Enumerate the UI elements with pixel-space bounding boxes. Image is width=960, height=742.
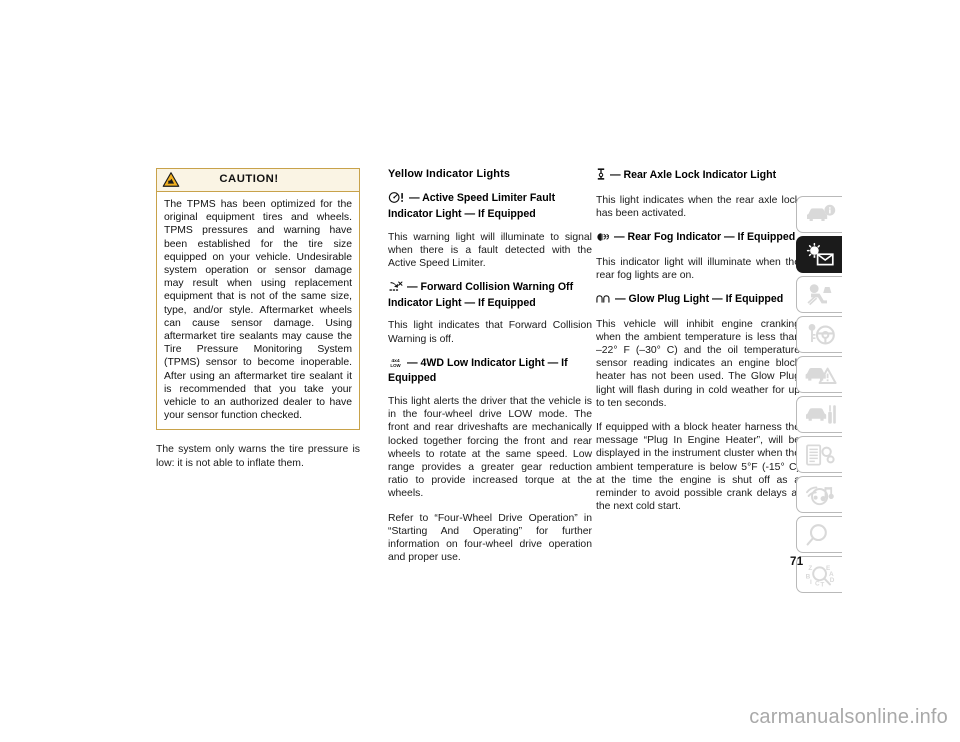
body-glow-plug-2: If equipped with a block heater harness …: [596, 422, 800, 513]
svg-text:I: I: [810, 579, 812, 586]
glow-plug-icon: [596, 295, 611, 309]
heading-4wd-low: 4x4 LOW — 4WD Low Indicator Light — If E…: [388, 357, 592, 386]
car-warning-triangle-icon: [803, 361, 837, 389]
forward-collision-warning-off-icon: [388, 281, 403, 297]
heading-glow-plug: — Glow Plug Light — If Equipped: [596, 293, 800, 309]
caution-triangle-icon: [162, 171, 180, 188]
section-title-yellow-indicator-lights: Yellow Indicator Lights: [388, 168, 511, 180]
svg-text:D: D: [830, 577, 835, 584]
heading-active-speed-limiter-fault: — Active Speed Limiter Fault Indicator L…: [388, 192, 592, 221]
middle-text-column: Yellow Indicator Lights — Active Speed L…: [388, 168, 592, 564]
svg-text:T: T: [820, 582, 824, 589]
heading-forward-collision-warning-off: — Forward Collision Warning Off Indicato…: [388, 281, 592, 310]
right-text-column: — Rear Axle Lock Indicator Light This li…: [596, 168, 800, 513]
left-text-column: CAUTION! The TPMS has been optimized for…: [156, 168, 360, 470]
servicing-maintenance-tab[interactable]: [796, 396, 842, 433]
rear-axle-lock-icon: [596, 168, 606, 185]
body-rear-axle-lock: This light indicates when the rear axle …: [596, 194, 800, 219]
body-4wd-low-1: This light alerts the driver that the ve…: [388, 395, 592, 500]
site-watermark: carmanualsonline.info: [749, 706, 948, 728]
rear-fog-icon: [596, 232, 610, 247]
warning-lights-messages-tab[interactable]: [796, 236, 842, 273]
body-glow-plug-1: This vehicle will inhibit engine crankin…: [596, 318, 800, 409]
radio-music-icon: [803, 481, 837, 509]
document-gear-icon: [803, 441, 837, 469]
starting-operating-tab[interactable]: [796, 316, 842, 353]
body-4wd-low-2: Refer to “Four-Wheel Drive Operation” in…: [388, 512, 592, 564]
manual-page: CAUTION! The TPMS has been optimized for…: [0, 0, 960, 742]
bulb-envelope-icon: [803, 241, 837, 269]
speed-limiter-fault-icon: [388, 192, 405, 208]
body-rear-fog: This indicator light will illuminate whe…: [596, 256, 800, 281]
heading-text-r2: — Rear Fog Indicator — If Equipped: [613, 231, 796, 243]
4wd-low-icon: 4x4 LOW: [388, 357, 403, 373]
magnifier-icon: [803, 521, 837, 549]
caution-box: CAUTION! The TPMS has been optimized for…: [156, 168, 360, 431]
heading-text-2: — Forward Collision Warning Off Indicato…: [388, 281, 574, 309]
heading-rear-fog: — Rear Fog Indicator — If Equipped: [596, 231, 800, 247]
index-search-tab[interactable]: [796, 516, 842, 553]
technical-specifications-tab[interactable]: [796, 436, 842, 473]
page-number: 71: [790, 556, 804, 568]
heading-text-r1: — Rear Axle Lock Indicator Light: [609, 169, 777, 181]
heading-text-1: — Active Speed Limiter Fault Indicator L…: [388, 192, 556, 220]
car-info-tab[interactable]: [796, 196, 842, 233]
body-active-speed-limiter-fault: This warning light will illuminate to si…: [388, 231, 592, 269]
svg-text:Z: Z: [808, 565, 812, 572]
heading-rear-axle-lock: — Rear Axle Lock Indicator Light: [596, 168, 800, 185]
section-tab-strip[interactable]: Z B I C T E A D: [796, 196, 842, 596]
heading-text-3: — 4WD Low Indicator Light — If Equipped: [388, 356, 568, 385]
emergency-tab[interactable]: [796, 356, 842, 393]
occupant-safety-tab[interactable]: [796, 276, 842, 313]
svg-text:LOW: LOW: [390, 363, 401, 368]
caution-box-header: CAUTION!: [157, 169, 359, 192]
left-paragraph-1: The system only warns the tire pressure …: [156, 444, 360, 469]
body-forward-collision-warning-off: This light indicates that Forward Collis…: [388, 320, 592, 345]
seatbelt-airbag-icon: [803, 281, 837, 309]
caution-title: CAUTION!: [219, 173, 279, 186]
svg-text:C: C: [815, 581, 820, 588]
car-wrench-icon: [803, 401, 837, 429]
steering-wheel-key-icon: [803, 321, 837, 349]
multimedia-tab[interactable]: [796, 476, 842, 513]
caution-body: The TPMS has been optimized for the orig…: [157, 192, 359, 429]
caution-body-text: The TPMS has been optimized for the orig…: [164, 199, 352, 422]
car-info-icon: [803, 201, 837, 229]
heading-text-r3: — Glow Plug Light — If Equipped: [614, 293, 784, 305]
abc-magnifier-icon: Z B I C T E A D: [803, 561, 837, 589]
